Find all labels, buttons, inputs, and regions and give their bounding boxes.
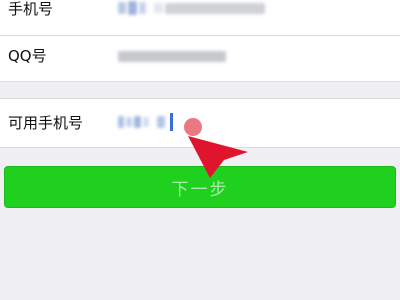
available-phone-input[interactable] <box>118 113 173 131</box>
available-phone-row[interactable]: 可用手机号 <box>0 99 400 147</box>
text-cursor <box>170 113 173 131</box>
phone-row: 手机号 <box>0 0 400 37</box>
available-phone-label: 可用手机号 <box>8 114 84 132</box>
next-button-label: 下一步 <box>171 179 229 200</box>
available-phone-group: 可用手机号 <box>0 98 400 148</box>
phone-label: 手机号 <box>8 0 54 18</box>
qq-row: QQ号 <box>0 36 400 78</box>
next-button[interactable]: 下一步 <box>4 166 396 208</box>
qq-label: QQ号 <box>8 47 47 65</box>
phone-value-redacted <box>118 0 265 17</box>
qq-value-redacted <box>118 47 226 65</box>
account-info-group: 手机号 QQ号 <box>0 0 400 82</box>
